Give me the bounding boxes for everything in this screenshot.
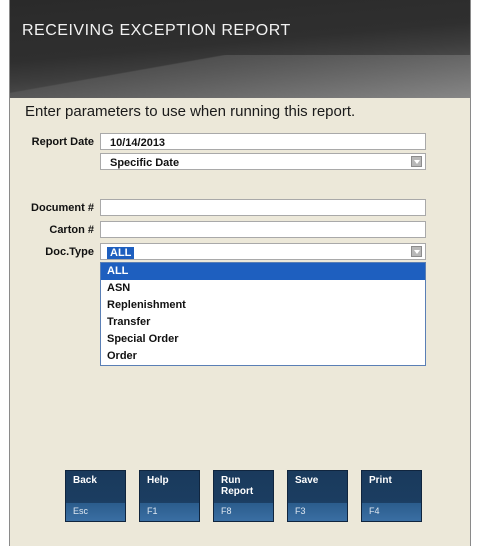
- run-report-button-key: F8: [221, 506, 232, 516]
- carton-input[interactable]: [100, 221, 426, 238]
- doctype-option[interactable]: Replenishment: [101, 297, 425, 314]
- back-button-label: Back: [73, 475, 97, 486]
- date-mode-value: Specific Date: [110, 157, 180, 169]
- print-button[interactable]: Print F4: [361, 470, 422, 522]
- doctype-option[interactable]: Special Order: [101, 331, 425, 348]
- run-report-button[interactable]: Run Report F8: [213, 470, 274, 522]
- carton-label: Carton #: [49, 224, 94, 236]
- instructions-text: Enter parameters to use when running thi…: [25, 103, 356, 120]
- save-button-key: F3: [295, 506, 306, 516]
- date-mode-select[interactable]: Specific Date: [100, 153, 426, 170]
- back-button-key: Esc: [73, 506, 89, 516]
- chevron-down-icon[interactable]: [411, 246, 422, 257]
- doctype-label: Doc.Type: [45, 246, 94, 258]
- doctype-dropdown-list: ALL ASN Replenishment Transfer Special O…: [100, 262, 426, 366]
- doctype-option[interactable]: Transfer: [101, 314, 425, 331]
- help-button-key: F1: [147, 506, 158, 516]
- doctype-value: ALL: [107, 247, 135, 259]
- save-button-label: Save: [295, 475, 319, 486]
- doctype-option[interactable]: Order: [101, 348, 425, 365]
- report-date-label: Report Date: [31, 136, 94, 148]
- help-button-label: Help: [147, 475, 169, 486]
- doctype-option[interactable]: ASN: [101, 280, 425, 297]
- doctype-select[interactable]: ALL: [100, 243, 426, 260]
- report-window: RECEIVING EXCEPTION REPORT Enter paramet…: [9, 0, 471, 546]
- report-date-input[interactable]: 10/14/2013: [100, 133, 426, 150]
- chevron-down-icon[interactable]: [411, 156, 422, 167]
- header-decoration: [10, 55, 470, 98]
- print-button-label: Print: [369, 475, 392, 486]
- document-input[interactable]: [100, 199, 426, 216]
- header-bar: RECEIVING EXCEPTION REPORT: [10, 0, 470, 98]
- back-button[interactable]: Back Esc: [65, 470, 126, 522]
- print-button-key: F4: [369, 506, 380, 516]
- save-button[interactable]: Save F3: [287, 470, 348, 522]
- page-title: RECEIVING EXCEPTION REPORT: [22, 22, 291, 39]
- document-label: Document #: [31, 202, 94, 214]
- run-report-button-label: Run Report: [221, 475, 254, 497]
- doctype-option[interactable]: ALL: [101, 263, 425, 280]
- help-button[interactable]: Help F1: [139, 470, 200, 522]
